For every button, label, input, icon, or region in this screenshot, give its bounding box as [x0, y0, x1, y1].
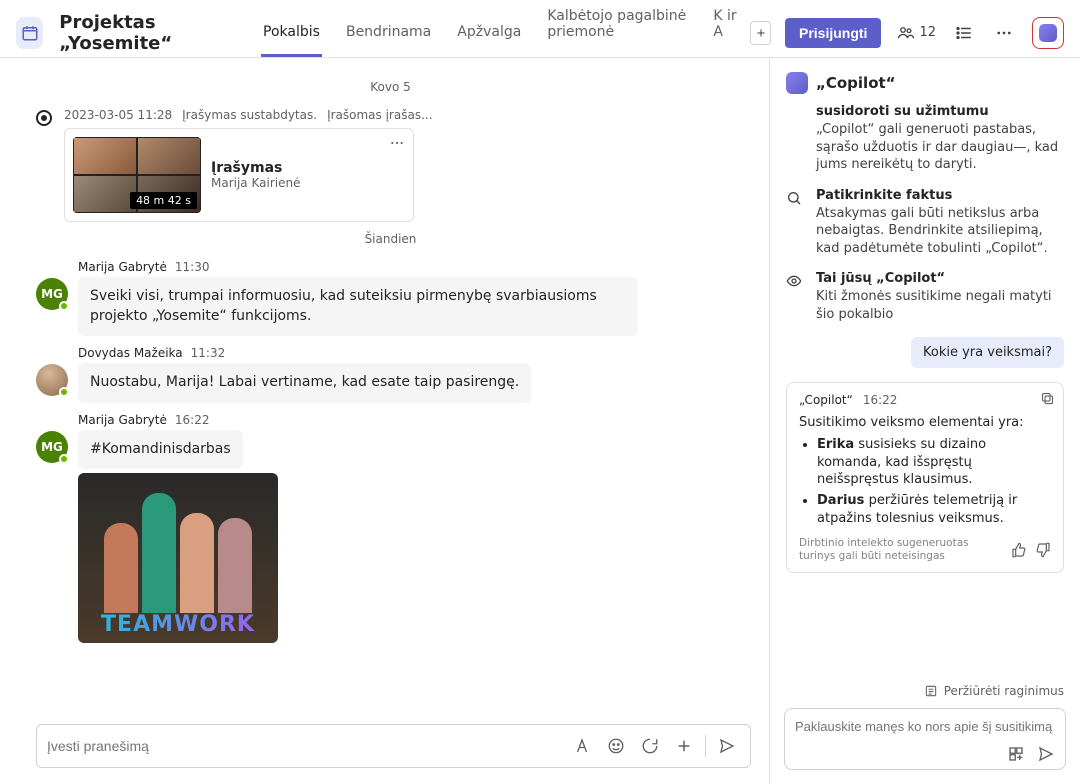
recording-indicator-icon [36, 110, 52, 126]
recording-author: Marija Kairienė [211, 176, 405, 190]
tip-text: Atsakymas gali būti netikslus arba nebai… [816, 205, 1064, 258]
list-icon[interactable] [952, 21, 976, 45]
tab-chat[interactable]: Pokalbis [261, 24, 322, 57]
participants-button[interactable]: 12 [897, 24, 936, 42]
copilot-tip: susidoroti su užimtumu „Copilot“ gali ge… [786, 104, 1064, 174]
message-bubble[interactable]: #Komandinisdarbas [78, 430, 243, 470]
copilot-tip: Tai jūsų „Copilot“ Kiti žmonės susitikim… [786, 271, 1064, 323]
recording-status-b: Įrašomas įrašas... [327, 108, 432, 122]
chat-column: Kovo 5 2023-03-05 11:28 Įrašymas sustabd… [0, 58, 770, 784]
topbar: Projektas „Yosemite“ Pokalbis Bendrinama… [0, 0, 1080, 58]
thumbs-down-icon[interactable] [1035, 542, 1051, 558]
eye-icon [786, 273, 806, 323]
tip-text: „Copilot“ gali generuoti pastabas, sąraš… [816, 121, 1064, 174]
date-divider: Kovo 5 [36, 80, 745, 94]
list-item: Darius peržiūrės telemetriją ir atpažins… [817, 492, 1051, 527]
message-row: Dovydas Mažeika 11:32 Nuostabu, Marija! L… [36, 346, 745, 403]
date-divider: Šiandien [36, 232, 745, 246]
recording-title: Įrašymas [211, 160, 405, 176]
send-icon[interactable] [1037, 745, 1055, 763]
tip-title: Tai jūsų „Copilot“ [816, 271, 1064, 286]
response-time: 16:22 [863, 393, 898, 407]
recording-duration: 48 m 42 s [130, 192, 197, 209]
compose-input[interactable] [47, 738, 561, 754]
tip-title: susidoroti su užimtumu [816, 104, 1064, 119]
copilot-button[interactable] [1032, 17, 1064, 49]
message-time: 11:30 [175, 260, 210, 274]
copilot-compose[interactable] [784, 708, 1066, 770]
recording-entry: 2023-03-05 11:28 Įrašymas sustabdytas. Į… [36, 108, 745, 222]
ai-disclaimer: Dirbtinio intelekto sugeneruotas turinys… [799, 537, 989, 562]
tab-shared[interactable]: Bendrinama [344, 24, 433, 57]
response-list: Erika susisieks su dizaino komanda, kad … [799, 436, 1051, 527]
message-author: Dovydas Mažeika [78, 346, 183, 360]
search-icon [786, 190, 806, 258]
message-time: 11:32 [191, 346, 226, 360]
presence-icon [59, 454, 69, 464]
tip-title: Patikrinkite faktus [816, 188, 1064, 203]
meeting-calendar-icon [16, 17, 43, 49]
recording-status-a: Įrašymas sustabdytas. [182, 108, 317, 122]
message-author: Marija Gabrytė [78, 260, 167, 274]
copilot-tip: Patikrinkite faktus Atsakymas gali būti … [786, 188, 1064, 258]
copilot-icon [1039, 24, 1057, 42]
recording-timestamp: 2023-03-05 11:28 [64, 108, 172, 122]
attach-plus-icon[interactable] [671, 733, 697, 759]
view-prompts-link[interactable]: Peržiūrėti raginimus [770, 674, 1080, 702]
add-tab-button[interactable] [750, 21, 771, 45]
message-row: MG Marija Gabrytė 11:30 Sveiki visi, trum… [36, 260, 745, 336]
tip-text: Kiti žmonės susitikime negali matyti šio… [816, 288, 1064, 323]
join-button[interactable]: Prisijungti [785, 18, 881, 48]
tab-qa[interactable]: K ir A [711, 8, 740, 57]
gif-caption: TEAMWORK [78, 612, 278, 637]
message-bubble[interactable]: Nuostabu, Marija! Labai vertiname, kad e… [78, 363, 531, 403]
loop-icon[interactable] [637, 733, 663, 759]
copilot-input[interactable] [795, 719, 1055, 734]
copilot-title: „Copilot“ [816, 74, 896, 92]
copy-icon[interactable] [1040, 391, 1055, 406]
message-author: Marija Gabrytė [78, 413, 167, 427]
avatar [36, 364, 68, 396]
copilot-panel: „Copilot“ susidoroti su užimtumu „Copilo… [770, 58, 1080, 784]
tab-overview[interactable]: Apžvalga [455, 24, 523, 57]
page-title: Projektas „Yosemite“ [59, 12, 243, 54]
prompt-grid-icon[interactable] [1007, 745, 1025, 763]
compose-box[interactable] [36, 724, 751, 768]
avatar: MG [36, 431, 68, 463]
more-icon[interactable] [992, 21, 1016, 45]
tab-speaker-coach[interactable]: Kalbėtojo pagalbinė priemonė [545, 8, 689, 57]
participant-count: 12 [919, 25, 936, 40]
recording-more-icon[interactable] [389, 135, 405, 151]
list-item: Erika susisieks su dizaino komanda, kad … [817, 436, 1051, 489]
response-intro: Susitikimo veiksmo elementai yra: [799, 415, 1051, 430]
thumbs-up-icon[interactable] [1011, 542, 1027, 558]
user-query[interactable]: Kokie yra veiksmai? [911, 337, 1064, 368]
send-icon[interactable] [714, 733, 740, 759]
emoji-icon[interactable] [603, 733, 629, 759]
copilot-logo-icon [786, 72, 808, 94]
presence-icon [59, 301, 69, 311]
message-row: MG Marija Gabrytė 16:22 #Komandinisdarbas… [36, 413, 745, 644]
copilot-response-card: „Copilot“ 16:22 Susitikimo veiksmo eleme… [786, 382, 1064, 573]
tabs: Pokalbis Bendrinama Apžvalga Kalbėtojo p… [261, 8, 740, 57]
format-icon[interactable] [569, 733, 595, 759]
recording-thumbnail: 48 m 42 s [73, 137, 201, 213]
gif-attachment[interactable]: TEAMWORK [78, 473, 278, 643]
message-bubble[interactable]: Sveiki visi, trumpai informuosiu, kad su… [78, 277, 638, 336]
recording-card[interactable]: 48 m 42 s Įrašymas Marija Kairienė [64, 128, 414, 222]
avatar: MG [36, 278, 68, 310]
presence-icon [59, 387, 69, 397]
response-author: „Copilot“ [799, 393, 853, 407]
message-time: 16:22 [175, 413, 210, 427]
